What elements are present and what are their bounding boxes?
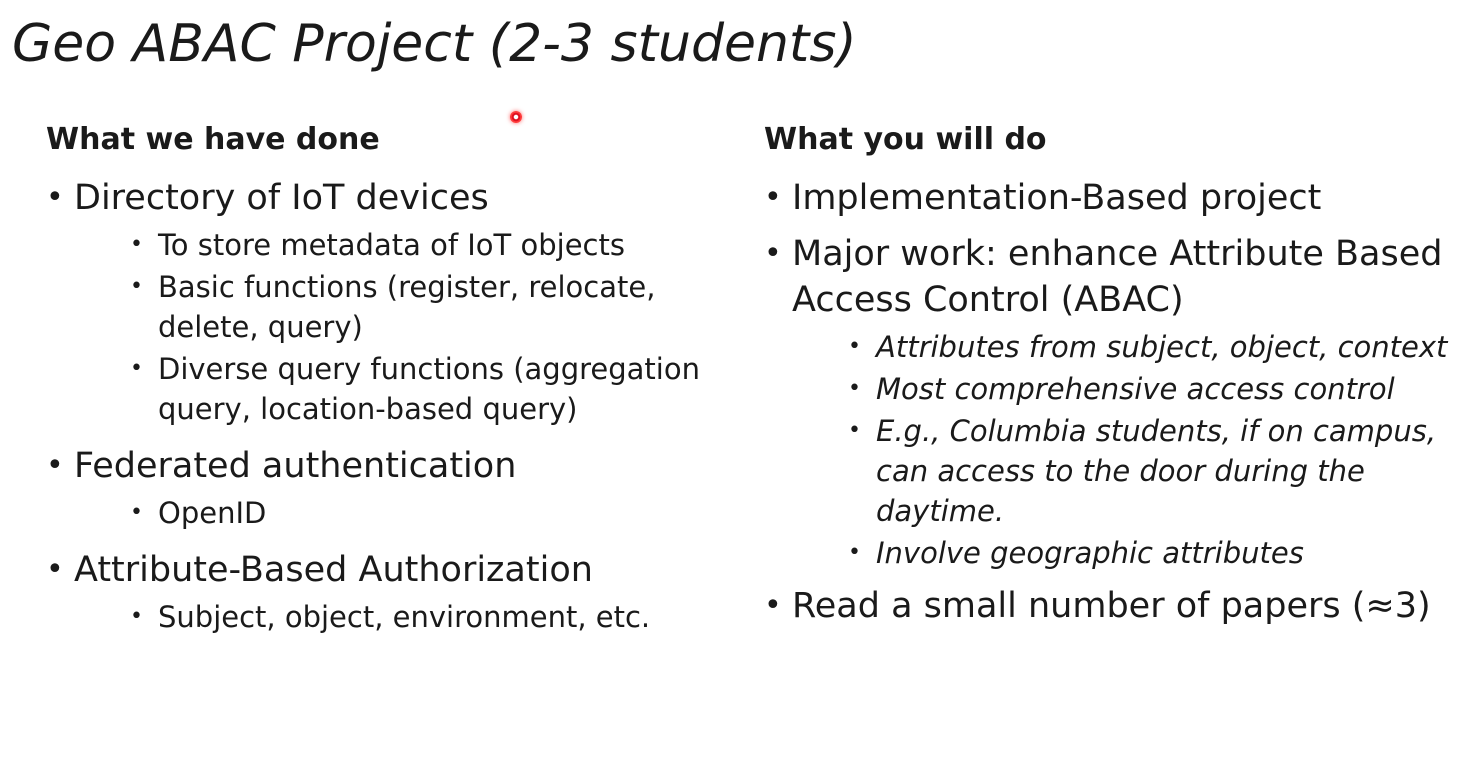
list-item: Attribute-Based Authorization Subject, o… [46, 547, 726, 637]
list-item-text: Implementation-Based project [792, 178, 1322, 218]
list-item-text: Directory of IoT devices [74, 178, 489, 218]
sub-list-item: To store metadata of IoT objects [130, 225, 726, 265]
sub-list-item: Most comprehensive access control [848, 369, 1464, 409]
list-item-text: Attribute-Based Authorization [74, 550, 593, 590]
list-item: Major work: enhance Attribute Based Acce… [764, 231, 1464, 573]
list-item: Implementation-Based project [764, 175, 1464, 221]
slide-title: Geo ABAC Project (2-3 students) [12, 14, 857, 74]
list-item: Federated authentication OpenID [46, 443, 726, 533]
sub-list-item: Subject, object, environment, etc. [130, 597, 726, 637]
list-item: Directory of IoT devices To store metada… [46, 175, 726, 429]
left-column: What we have done Directory of IoT devic… [46, 122, 726, 651]
sub-list-item: OpenID [130, 493, 726, 533]
right-column: What you will do Implementation-Based pr… [764, 122, 1464, 639]
sub-list-item: E.g., Columbia students, if on campus, c… [848, 411, 1464, 531]
sub-list-item: Involve geographic attributes [848, 533, 1464, 573]
list-item-text: Federated authentication [74, 446, 517, 486]
right-heading: What you will do [764, 122, 1047, 157]
sub-list-item: Diverse query functions (aggregation que… [130, 349, 726, 429]
left-heading: What we have done [46, 122, 380, 157]
list-item-text: Major work: enhance Attribute Based Acce… [792, 234, 1443, 320]
sub-list-item: Attributes from subject, object, context [848, 327, 1464, 367]
right-list: Implementation-Based project Major work:… [764, 175, 1464, 629]
list-item: Read a small number of papers (≈3) [764, 583, 1464, 629]
sub-list-item: Basic functions (register, relocate, del… [130, 267, 726, 347]
left-list: Directory of IoT devices To store metada… [46, 175, 726, 637]
list-item-text: Read a small number of papers (≈3) [792, 586, 1431, 626]
